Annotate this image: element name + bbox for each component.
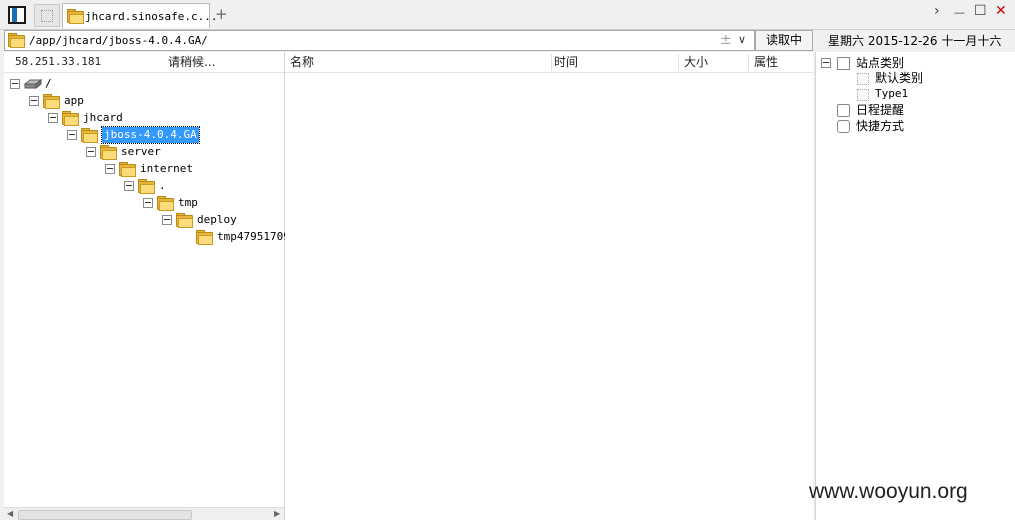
status-text: 请稍候... — [168, 55, 216, 69]
header-divider — [4, 72, 284, 73]
folder-icon — [138, 179, 155, 194]
folder-icon — [67, 9, 84, 24]
chevron-right-icon[interactable]: › — [934, 3, 940, 19]
tree-node-label: app — [64, 94, 84, 107]
schedule-label[interactable]: 日程提醒 — [856, 102, 904, 118]
column-time[interactable]: 时间 — [554, 52, 578, 72]
add-tab-button[interactable]: + — [215, 5, 228, 23]
chevron-down-icon[interactable]: ∨ — [738, 33, 746, 46]
category-icon — [837, 57, 850, 70]
collapse-icon[interactable] — [124, 181, 134, 191]
column-size[interactable]: 大小 — [684, 52, 708, 72]
folder-icon — [8, 33, 25, 48]
column-divider[interactable] — [551, 54, 552, 71]
minimize-icon[interactable]: — — [954, 6, 965, 19]
collapse-icon[interactable] — [162, 215, 172, 225]
drive-icon — [24, 79, 42, 89]
tab-jhcard[interactable]: jhcard.sinosafe.c... — [62, 3, 217, 28]
address-bar[interactable]: /app/jhcard/jboss-4.0.4.GA/ ± ∨ — [4, 30, 755, 51]
folder-icon — [119, 162, 136, 177]
close-icon[interactable]: ✕ — [995, 3, 1007, 19]
watermark: www.wooyun.org — [809, 480, 968, 503]
folder-icon — [62, 111, 79, 126]
date-display: 星期六 2015-12-26 十一月十六 — [828, 34, 1002, 48]
folder-icon — [81, 128, 98, 143]
column-divider[interactable] — [678, 54, 679, 71]
collapse-icon[interactable] — [143, 198, 153, 208]
scroll-right-icon[interactable]: ▶ — [274, 508, 280, 520]
default-category-label[interactable]: 默认类别 — [875, 70, 923, 86]
collapse-icon[interactable] — [821, 58, 831, 68]
tree-node-label: deploy — [197, 213, 237, 226]
collapse-icon[interactable] — [10, 79, 20, 89]
tree-node-label: server — [121, 145, 161, 158]
hand-icon — [837, 120, 850, 133]
column-attributes[interactable]: 属性 — [754, 52, 778, 72]
tree-node-label: internet — [140, 162, 193, 175]
collapse-icon[interactable] — [29, 96, 39, 106]
maximize-icon[interactable]: ☐ — [974, 3, 987, 19]
header-divider — [285, 72, 813, 73]
collapse-icon[interactable] — [67, 130, 77, 140]
collapse-icon[interactable] — [48, 113, 58, 123]
folder-icon — [176, 213, 193, 228]
category-pane: 站点类别 默认类别 Type1 日程提醒 快捷方式 — [815, 52, 1015, 520]
folder-icon — [100, 145, 117, 160]
read-button[interactable]: 读取中 — [755, 30, 813, 51]
plus-icon[interactable]: ± — [720, 32, 732, 48]
column-divider[interactable] — [748, 54, 749, 71]
file-list-pane: 名称 时间 大小 属性 — [285, 52, 813, 520]
toggle-sidebar-icon[interactable] — [8, 6, 26, 24]
scroll-thumb[interactable] — [18, 510, 192, 520]
blank-icon — [41, 10, 53, 22]
collapse-icon[interactable] — [105, 164, 115, 174]
clock-icon — [837, 104, 850, 117]
category-item-icon — [857, 73, 869, 85]
scroll-left-icon[interactable]: ◀ — [7, 508, 13, 520]
blank-tab-button[interactable] — [34, 4, 60, 27]
tab-label: jhcard.sinosafe.c... — [85, 10, 218, 23]
type1-label[interactable]: Type1 — [875, 86, 908, 102]
address-path[interactable]: /app/jhcard/jboss-4.0.4.GA/ — [29, 34, 208, 47]
directory-tree-pane: 58.251.33.181 请稍候... / app jhcard jboss-4.0… — [4, 52, 296, 520]
folder-icon — [157, 196, 174, 211]
tab-bar: jhcard.sinosafe.c... + › — ☐ ✕ — [0, 0, 1015, 30]
folder-icon — [196, 230, 213, 245]
tree-node-label: / — [45, 77, 52, 90]
tree-node-label: jhcard — [83, 111, 123, 124]
collapse-icon[interactable] — [86, 147, 96, 157]
horizontal-scrollbar[interactable]: ◀ ▶ — [4, 507, 284, 520]
site-category-label[interactable]: 站点类别 — [856, 55, 904, 71]
shortcut-label[interactable]: 快捷方式 — [856, 118, 904, 134]
host-ip: 58.251.33.181 — [15, 55, 102, 68]
tree-node-label: . — [159, 179, 166, 192]
folder-icon — [43, 94, 60, 109]
tree-node-label: tmp — [178, 196, 198, 209]
category-item-icon — [857, 89, 869, 101]
column-name[interactable]: 名称 — [290, 52, 314, 72]
tree-node-label: jboss-4.0.4.GA — [101, 126, 200, 144]
